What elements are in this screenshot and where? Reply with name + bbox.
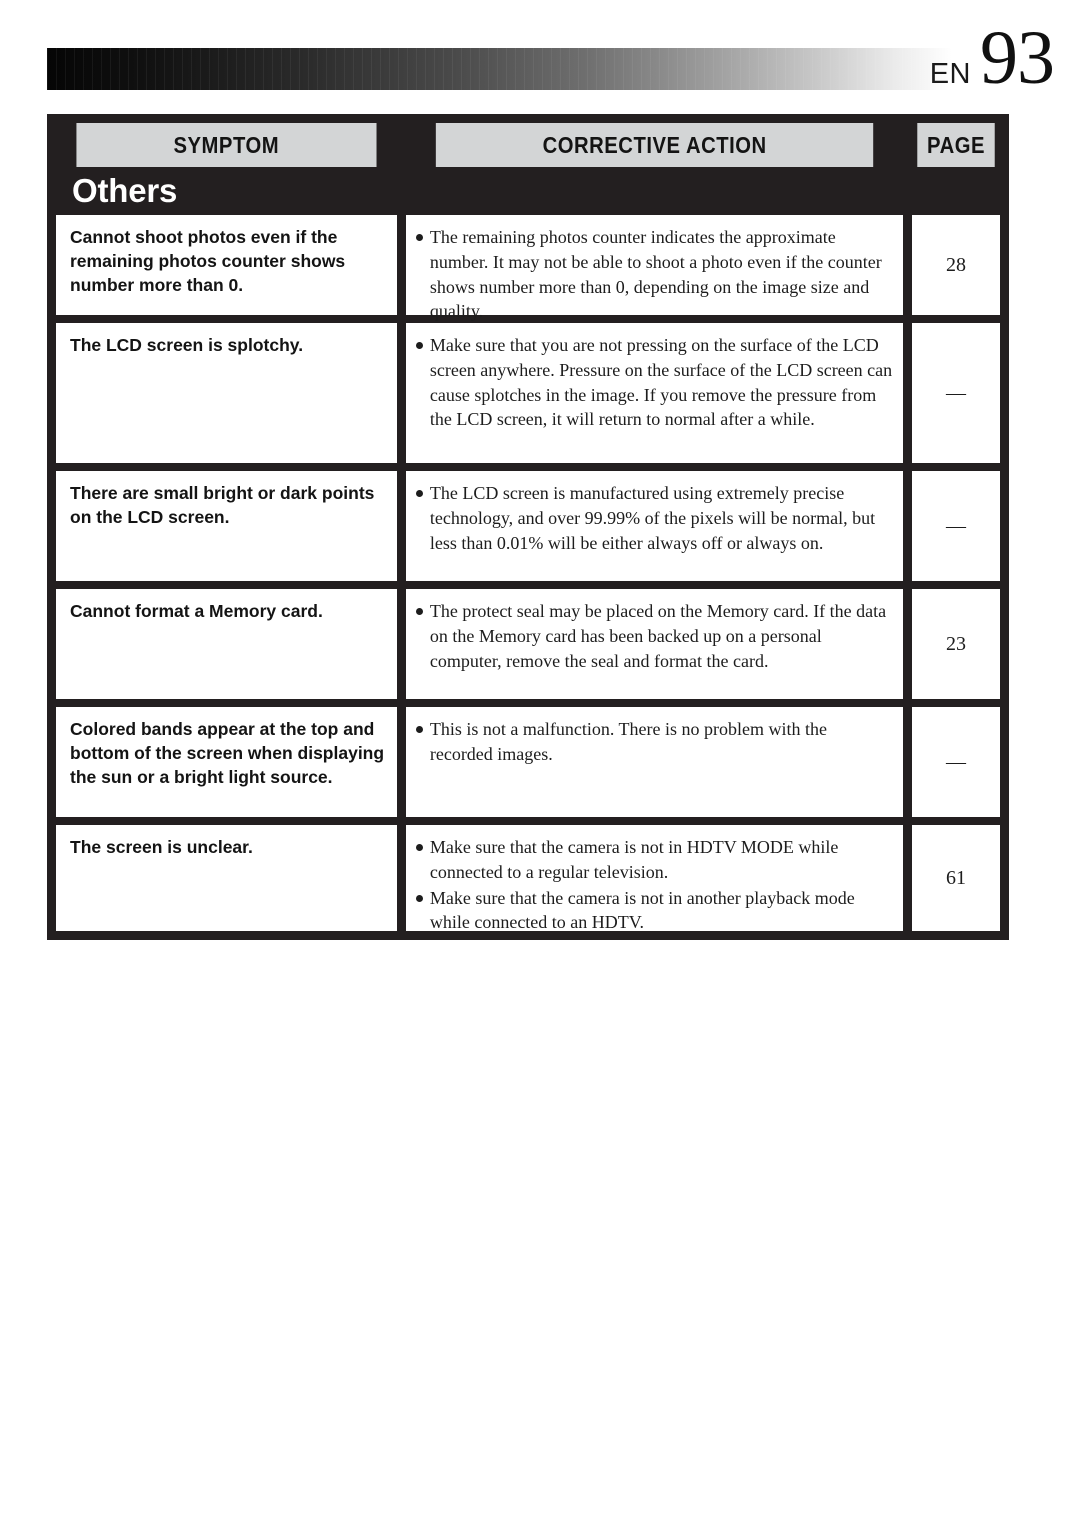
action-bullet-item: The remaining photos counter indicates t… [415,225,893,324]
corrective-action-cell: The remaining photos counter indicates t… [405,215,903,321]
bullet-icon [415,726,423,733]
bullet-icon [415,490,423,497]
table-row: Cannot format a Memory card. The protect … [56,589,1000,699]
action-text: Make sure that the camera is not in anot… [429,887,855,933]
bullet-icon [415,234,423,241]
gradient-rule [47,48,952,90]
section-title: Others [72,172,178,209]
action-text: The remaining photos counter indicates t… [429,227,882,322]
page-reference-cell: 28 [912,215,1000,315]
table-body: Cannot shoot photos even if the remainin… [56,215,1000,932]
symptom-cell: Cannot format a Memory card. [56,589,397,699]
table-row: The LCD screen is splotchy. Make sure tha… [56,323,1000,463]
troubleshooting-table: SYMPTOM CORRECTIVE ACTION PAGE Others Ca… [47,114,1009,940]
page-header: EN 93 [0,0,1080,110]
bullet-icon [415,894,423,902]
action-text: Make sure that the camera is not in HDTV… [429,837,839,882]
action-bullet-item: This is not a malfunction. There is no p… [415,717,893,767]
table-row: Colored bands appear at the top and bott… [56,707,1000,817]
table-header-row: SYMPTOM CORRECTIVE ACTION PAGE [56,123,1000,167]
bullet-icon [415,844,423,851]
action-text: This is not a malfunction. There is no p… [429,719,827,764]
page-reference-cell: 23 [912,589,1000,699]
corrective-action-cell: Make sure that the camera is not in HDTV… [405,825,903,932]
corrective-action-cell: This is not a malfunction. There is no p… [405,707,903,817]
page-number-block: EN 93 [929,16,1055,100]
symptom-cell: Colored bands appear at the top and bott… [56,707,397,817]
column-header-symptom: SYMPTOM [76,123,377,167]
table-row: The screen is unclear. Make sure that the… [56,825,1000,932]
page-reference-cell: 61 [912,825,1000,931]
column-header-corrective-action: CORRECTIVE ACTION [435,123,874,167]
action-bullet-item: Make sure that the camera is not in anot… [415,886,893,936]
page-reference-cell: — [912,707,1000,817]
corrective-action-cell: The LCD screen is manufactured using ext… [405,471,903,581]
symptom-cell: The LCD screen is splotchy. [56,323,397,463]
symptom-cell: Cannot shoot photos even if the remainin… [56,215,397,315]
bullet-icon [415,608,423,615]
symptom-cell: The screen is unclear. [56,825,397,931]
action-bullet-item: The protect seal may be placed on the Me… [415,599,893,673]
section-band-others: Others [56,167,1000,215]
table-row: There are small bright or dark points on… [56,471,1000,581]
page-reference-cell: — [912,471,1000,581]
action-bullet-item: Make sure that the camera is not in HDTV… [415,835,893,885]
action-text: Make sure that you are not pressing on t… [429,335,893,430]
action-bullet-item: Make sure that you are not pressing on t… [415,333,893,432]
action-text: The protect seal may be placed on the Me… [429,601,887,671]
action-bullet-item: The LCD screen is manufactured using ext… [415,481,893,555]
column-header-page: PAGE [917,123,995,167]
corrective-action-cell: Make sure that you are not pressing on t… [405,323,903,463]
table-row: Cannot shoot photos even if the remainin… [56,215,1000,321]
page-reference-cell: — [912,323,1000,463]
action-text: The LCD screen is manufactured using ext… [429,483,876,553]
symptom-cell: There are small bright or dark points on… [56,471,397,581]
corrective-action-cell: The protect seal may be placed on the Me… [405,589,903,699]
locale-code: EN [929,58,971,90]
bullet-icon [415,342,423,349]
page-number: 93 [980,16,1055,100]
